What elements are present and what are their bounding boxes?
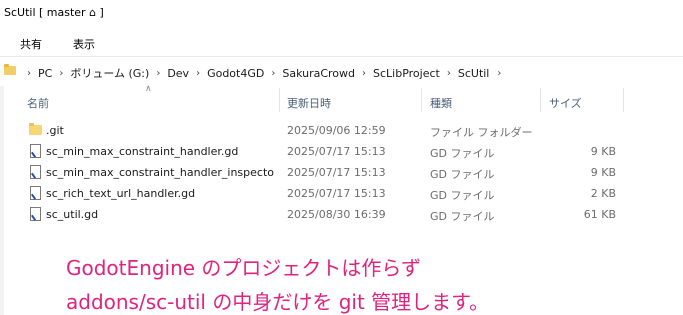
gd-file-icon [30,207,41,221]
file-type: GD ファイル [430,168,495,181]
chevron-right-icon[interactable]: › [156,68,160,79]
breadcrumb-godot4gd[interactable]: Godot4GD [207,67,264,80]
breadcrumb-sclibproject[interactable]: ScLibProject [373,67,440,80]
folder-icon [4,64,16,75]
file-date: 2025/08/30 16:39 [287,208,386,221]
list-item[interactable]: sc_rich_text_url_handler.gd 2025/07/17 1… [0,183,683,204]
file-date: 2025/07/17 15:13 [287,187,386,200]
file-date: 2025/07/17 15:13 [287,166,386,179]
column-name[interactable]: 名前 [27,95,49,111]
file-type: ファイル フォルダー [430,126,533,139]
column-divider[interactable] [623,88,624,112]
breadcrumb-pc[interactable]: PC [38,67,52,80]
chevron-right-icon[interactable]: › [497,68,501,79]
breadcrumb-sakuracrowd[interactable]: SakuraCrowd [282,67,355,80]
file-size: 61 KB [583,208,616,221]
file-type: GD ファイル [430,189,495,202]
gd-file-icon [30,165,41,179]
window-title: ScUtil [ master ⌂ ] [4,6,104,19]
address-bar[interactable]: › PC › ボリューム (G:) › Dev › Godot4GD › Sak… [0,56,683,87]
column-divider[interactable] [421,88,422,112]
tab-share[interactable]: 共有 [20,36,42,52]
file-size: 9 KB [590,145,616,158]
gd-file-icon [30,144,41,158]
chevron-right-icon[interactable]: › [27,68,31,79]
chevron-right-icon[interactable]: › [362,68,366,79]
chevron-right-icon[interactable]: › [59,68,63,79]
list-item[interactable]: .git 2025/09/06 12:59 ファイル フォルダー [0,120,683,141]
list-item[interactable]: sc_min_max_constraint_handler.gd 2025/07… [0,141,683,162]
list-item[interactable]: sc_util.gd 2025/08/30 16:39 GD ファイル 61 K… [0,204,683,225]
file-name: sc_util.gd [46,208,99,221]
chevron-right-icon[interactable]: › [447,68,451,79]
file-date: 2025/07/17 15:13 [287,145,386,158]
breadcrumb: › PC › ボリューム (G:) › Dev › Godot4GD › Sak… [20,65,501,81]
column-header: ∧ 名前 更新日時 種類 サイズ [0,84,683,116]
file-date: 2025/09/06 12:59 [287,124,386,137]
file-size: 9 KB [590,166,616,179]
gd-file-icon [30,186,41,200]
file-name: sc_min_max_constraint_handler_inspecto..… [46,166,274,179]
title-bar: ScUtil [ master ⌂ ] [0,0,683,26]
tab-view[interactable]: 表示 [73,36,95,52]
file-size: 2 KB [590,187,616,200]
file-type: GD ファイル [430,210,495,223]
file-type: GD ファイル [430,147,495,160]
file-name: .git [46,124,64,137]
column-type[interactable]: 種類 [430,95,452,111]
list-item[interactable]: sc_min_max_constraint_handler_inspecto..… [0,162,683,183]
column-divider[interactable] [279,88,280,112]
file-name: sc_rich_text_url_handler.gd [46,187,196,200]
breadcrumb-volume[interactable]: ボリューム (G:) [70,65,149,81]
annotation-line-1: GodotEngine のプロジェクトは作らず [66,256,422,280]
folder-icon [29,123,42,135]
column-size[interactable]: サイズ [549,95,582,111]
sort-ascending-icon: ∧ [145,84,152,94]
chevron-right-icon[interactable]: › [271,68,275,79]
column-divider[interactable] [540,88,541,112]
breadcrumb-dev[interactable]: Dev [167,67,189,80]
breadcrumb-scutil[interactable]: ScUtil [458,67,490,80]
file-name: sc_min_max_constraint_handler.gd [46,145,239,158]
column-date[interactable]: 更新日時 [287,95,331,111]
annotation-line-2: addons/sc-util の中身だけを git 管理します。 [66,290,490,314]
ribbon: 共有 表示 [0,26,683,56]
chevron-right-icon[interactable]: › [196,68,200,79]
